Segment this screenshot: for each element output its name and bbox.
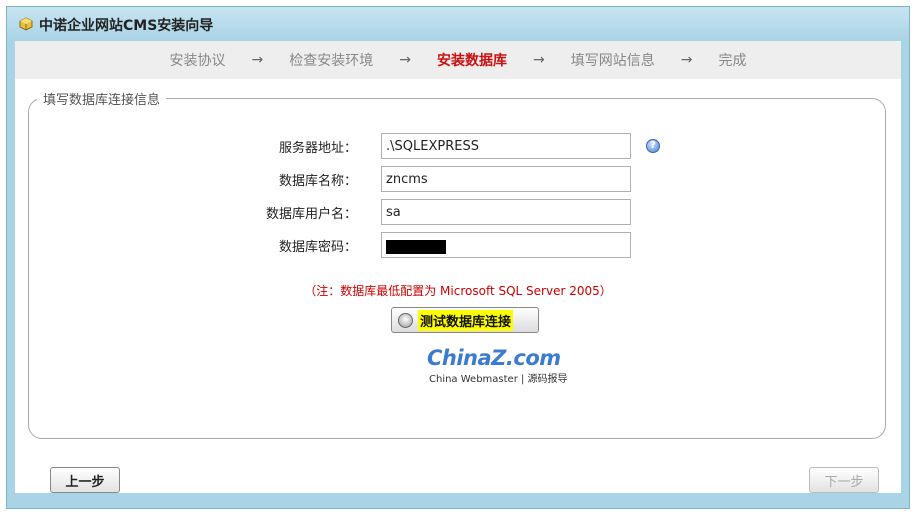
server-input[interactable] [381,133,631,159]
logo-sub-text: China Webmaster | 源码报导 [429,374,568,385]
step-agreement: 安装协议 [169,53,226,69]
logo-main-text: ChinaZ.com [427,346,561,370]
test-connection-label: 测试数据库连接 [418,309,514,331]
user-input[interactable] [381,199,631,225]
step-arrow: → [399,52,411,68]
step-finish: 完成 [718,53,747,69]
package-icon [19,17,33,31]
password-label: 数据库密码： [278,240,357,255]
title-bar: 中诺企业网站CMS安装向导 [7,7,909,41]
server-row: 服务器地址： ? [15,133,901,159]
password-input[interactable] [381,232,631,258]
step-arrow: → [251,52,264,68]
chinaz-logo: ChinaZ.com China Webmaster | 源码报导 [427,346,577,386]
requirement-note: （注：数据库最低配置为 Microsoft SQL Server 2005） [304,284,612,298]
step-arrow: → [533,52,545,68]
previous-step-button[interactable]: 上一步 [50,467,120,493]
disc-icon [398,312,413,328]
wizard-content: 安装协议 → 检查安装环境 → 安装数据库 → 填写网站信息 → 完成 填写数据… [15,41,901,493]
user-label: 数据库用户名： [265,207,357,222]
installer-window: 中诺企业网站CMS安装向导 安装协议 → 检查安装环境 → 安装数据库 → 填写… [6,6,910,509]
password-row: 数据库密码： [15,232,901,258]
window-title: 中诺企业网站CMS安装向导 [39,18,214,34]
next-step-button[interactable]: 下一步 [809,467,879,493]
step-check-environment: 检查安装环境 [289,53,374,69]
server-label: 服务器地址： [278,141,357,156]
dbname-row: 数据库名称： [15,166,901,192]
step-arrow: → [680,52,693,68]
dbname-input[interactable] [381,166,631,192]
user-row: 数据库用户名： [15,199,901,225]
step-install-database: 安装数据库 [437,53,507,69]
help-icon[interactable]: ? [646,139,660,153]
group-legend: 填写数据库连接信息 [43,93,161,108]
test-connection-button[interactable]: 测试数据库连接 [391,307,539,333]
step-indicator: 安装协议 → 检查安装环境 → 安装数据库 → 填写网站信息 → 完成 [15,41,901,79]
password-mask [386,240,446,254]
step-site-info: 填写网站信息 [570,53,655,69]
dbname-label: 数据库名称： [278,174,357,189]
